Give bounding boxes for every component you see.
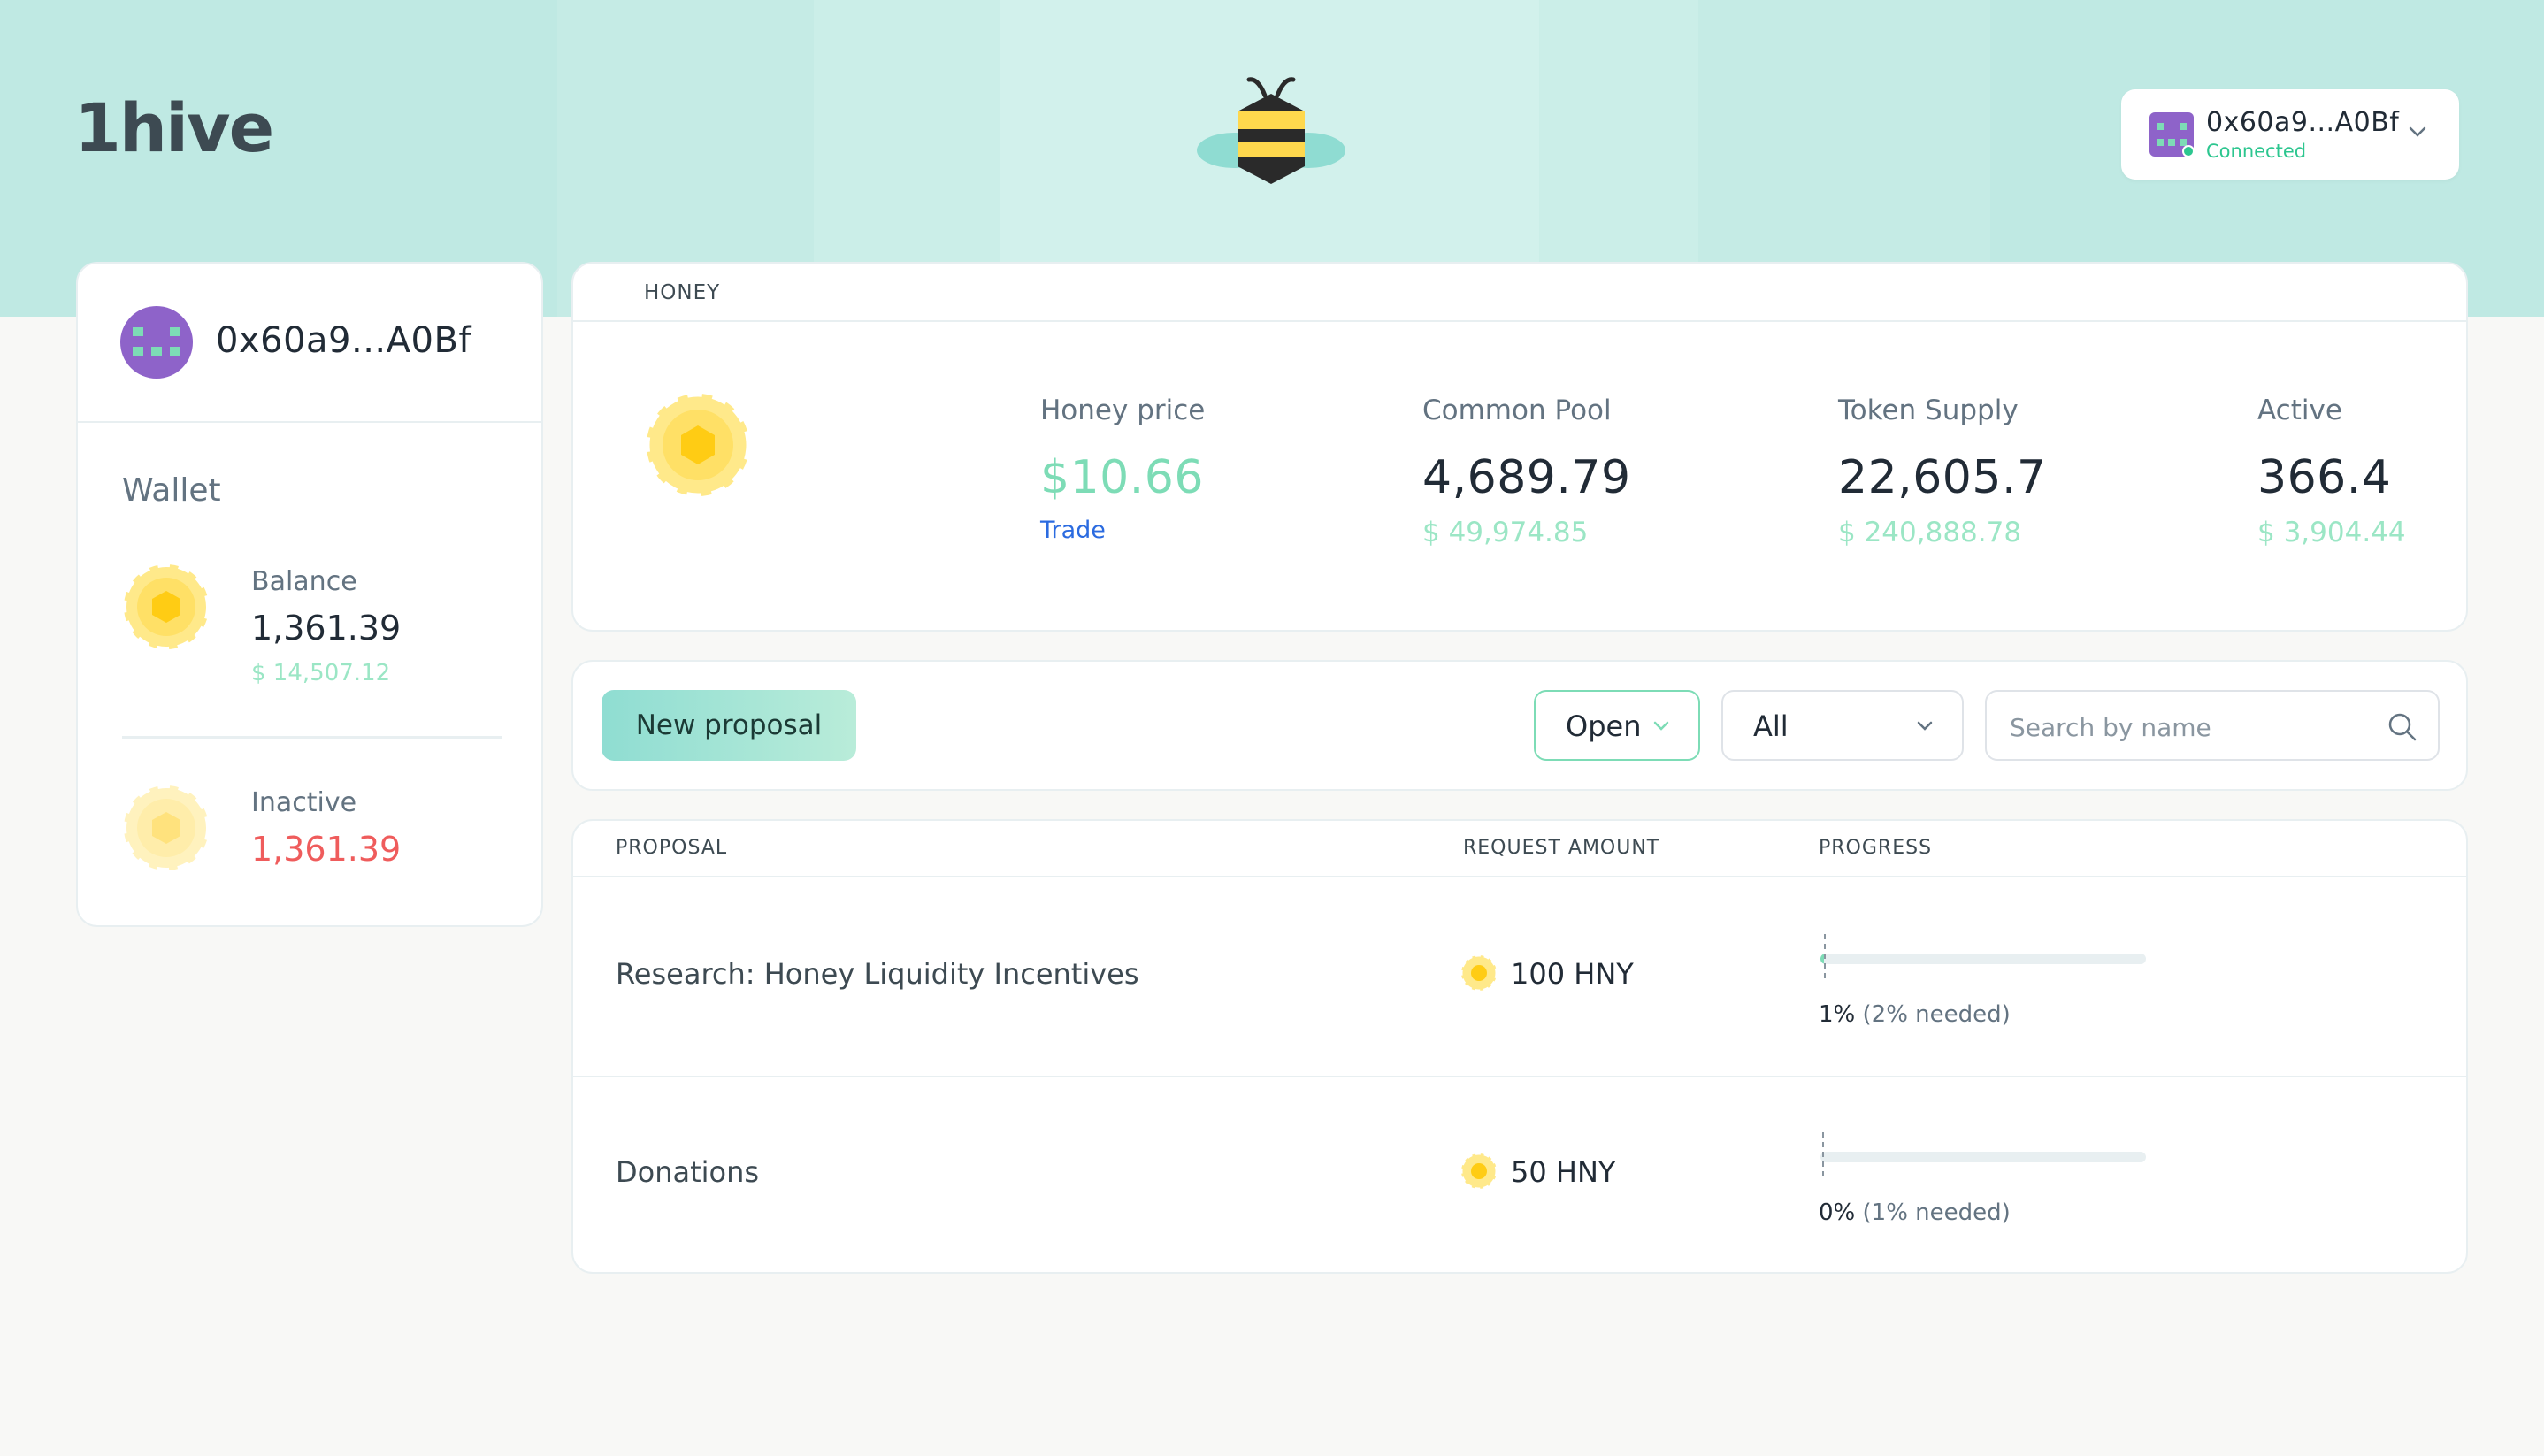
threshold-marker [1824, 934, 1826, 978]
active-value: 366.4 [2257, 451, 2392, 504]
connection-status: Connected [2206, 141, 2307, 162]
progress-text: 0% (1% needed) [1819, 1199, 2011, 1226]
table-row[interactable]: Donations 50 HNY 0% (1% needed) [573, 1076, 2466, 1274]
search-input[interactable] [2008, 708, 2383, 747]
metric-label: Honey price [1040, 395, 1206, 426]
progress-bar [1820, 954, 2146, 964]
search-box [1985, 690, 2440, 761]
divider [78, 421, 541, 423]
table-row[interactable]: Research: Honey Liquidity Incentives 100… [573, 877, 2466, 1077]
card-title: HONEY [644, 281, 721, 304]
threshold-marker [1822, 1132, 1824, 1176]
wallet-heading: Wallet [122, 472, 221, 509]
progress-percent: 0% [1819, 1199, 1856, 1226]
select-value: All [1753, 709, 1789, 743]
proposal-name: Donations [616, 1155, 760, 1189]
honey-token-icon [1460, 954, 1498, 992]
inactive-value: 1,361.39 [251, 830, 402, 869]
column-header-proposal: PROPOSAL [616, 837, 728, 859]
progress-needed: (2% needed) [1862, 1001, 2011, 1028]
account-button[interactable]: 0x60a9...A0Bf Connected [2121, 89, 2459, 180]
token-supply-usd: $ 240,888.78 [1838, 517, 2022, 548]
search-icon[interactable] [2387, 711, 2418, 743]
column-header-request-amount: REQUEST AMOUNT [1463, 837, 1660, 859]
status-filter-select[interactable]: Open [1534, 690, 1700, 761]
active-metric: Active 366.4 $ 3,904.44 [2257, 395, 2406, 548]
balance-usd: $ 14,507.12 [251, 660, 391, 686]
honey-token-icon [121, 783, 211, 873]
progress-needed: (1% needed) [1862, 1199, 2011, 1226]
column-header-progress: PROGRESS [1819, 837, 1933, 859]
type-filter-select[interactable]: All [1721, 690, 1964, 761]
chevron-down-icon [1653, 721, 1669, 731]
brand-logo[interactable]: 1hive [74, 88, 274, 167]
metric-label: Common Pool [1422, 395, 1612, 426]
honey-token-icon [643, 390, 753, 500]
proposals-table: PROPOSAL REQUEST AMOUNT PROGRESS Researc… [571, 819, 2468, 1274]
common-pool-value: 4,689.79 [1422, 451, 1631, 504]
honey-price-value: $10.66 [1040, 451, 1204, 504]
new-proposal-button[interactable]: New proposal [602, 690, 856, 761]
identicon-avatar-icon [2149, 112, 2194, 157]
card-header: HONEY [573, 264, 2466, 322]
balance-value: 1,361.39 [251, 609, 402, 648]
common-pool-usd: $ 49,974.85 [1422, 517, 1589, 548]
wallet-sidebar: 0x60a9...A0Bf Wallet Balance 1,361.39 $ … [76, 262, 543, 927]
honey-token-icon [121, 562, 211, 652]
chevron-down-icon [1917, 721, 1933, 731]
progress-percent: 1% [1819, 1001, 1856, 1028]
metric-label: Token Supply [1838, 395, 2019, 426]
active-usd: $ 3,904.44 [2257, 517, 2406, 548]
filters-bar: New proposal Open All [571, 660, 2468, 791]
honey-price-metric: Honey price $10.66 Trade [1040, 395, 1205, 544]
common-pool-metric: Common Pool 4,689.79 $ 49,974.85 [1422, 395, 1631, 548]
progress-text: 1% (2% needed) [1819, 1001, 2011, 1028]
divider [122, 736, 502, 739]
request-amount: 100 HNY [1511, 957, 1634, 991]
bee-logo-icon [1197, 77, 1345, 184]
inactive-label: Inactive [251, 787, 357, 818]
proposal-name: Research: Honey Liquidity Incentives [616, 957, 1139, 991]
chevron-down-icon [2409, 126, 2426, 137]
balance-label: Balance [251, 566, 357, 597]
identicon-avatar-icon [120, 306, 193, 379]
progress-bar [1820, 1152, 2146, 1162]
sidebar-address: 0x60a9...A0Bf [216, 320, 471, 361]
metric-label: Active [2257, 395, 2342, 426]
token-supply-metric: Token Supply 22,605.7 $ 240,888.78 [1838, 395, 2047, 548]
select-value: Open [1566, 709, 1642, 743]
account-address: 0x60a9...A0Bf [2206, 107, 2400, 138]
request-amount: 50 HNY [1511, 1155, 1616, 1189]
trade-link[interactable]: Trade [1040, 517, 1205, 544]
honey-token-icon [1460, 1152, 1498, 1191]
honey-stats-card: HONEY Honey price $10.66 Trade Common Po… [571, 262, 2468, 632]
token-supply-value: 22,605.7 [1838, 451, 2047, 504]
